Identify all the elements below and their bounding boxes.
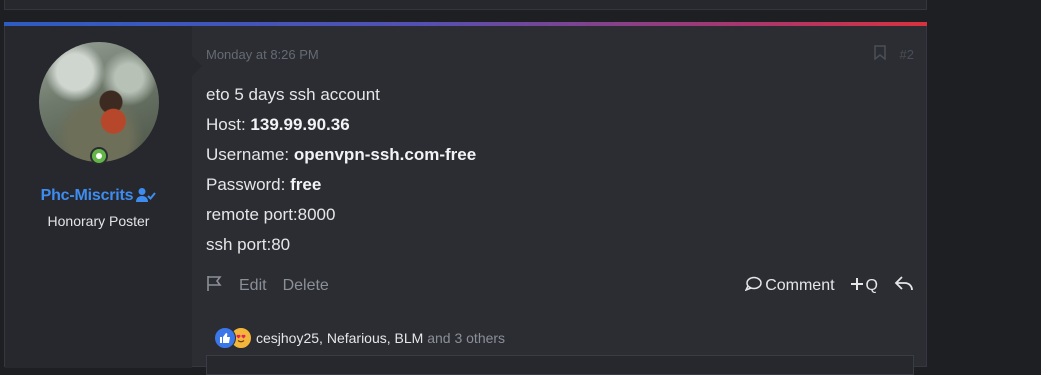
bookmark-icon[interactable] [874,45,886,65]
reaction-user-link[interactable]: Nefarious [327,330,387,346]
comment-icon [744,276,762,296]
post-line: Password: free [206,175,322,194]
plus-icon [850,277,863,295]
reaction-user-link[interactable]: cesjhoy25 [256,330,319,346]
quote-button[interactable]: Q [850,277,878,295]
username-text[interactable]: Phc-Miscrits [41,187,134,204]
verified-user-icon [136,187,157,208]
username-link[interactable]: Phc-Miscrits [5,187,192,208]
column-notch [192,56,202,76]
online-status-icon [90,147,108,165]
edit-button[interactable]: Edit [239,277,267,295]
post-line: Host: 139.99.90.36 [206,115,350,134]
avatar[interactable] [39,42,159,162]
comment-label: Comment [765,277,835,294]
post-actions-left: Edit Delete [206,275,329,297]
post-number[interactable]: #2 [900,47,914,62]
post-line: Username: openvpn-ssh.com-free [206,145,477,164]
post-line: ssh port:80 [206,235,291,254]
reaction-user-link[interactable]: BLM [395,330,424,346]
reply-icon[interactable] [894,275,914,297]
delete-button[interactable]: Delete [283,277,329,295]
post-body: eto 5 days ssh account Host: 139.99.90.3… [206,80,476,260]
report-flag-icon[interactable] [206,275,223,297]
reaction-summary[interactable]: cesjhoy25, Nefarious, BLM and 3 others [214,327,505,349]
post-date[interactable]: Monday at 8:26 PM [206,47,319,62]
like-reaction-icon [214,327,236,349]
post-main: Monday at 8:26 PM #2 eto 5 days ssh acco… [206,23,926,375]
reaction-others-link[interactable]: and 3 others [423,330,505,346]
previous-post-edge [4,0,927,10]
reaction-users: cesjhoy25, Nefarious, BLM and 3 others [256,330,506,346]
forum-post: Phc-Miscrits Honorary Poster Monday at 8… [4,22,927,375]
post-line: eto 5 days ssh account [206,85,380,104]
post-line: remote port:8000 [206,205,336,224]
post-actions-right: Comment Q [744,275,914,297]
comment-input-edge[interactable] [206,355,914,375]
quote-label: Q [865,277,878,294]
comment-button[interactable]: Comment [744,276,835,296]
user-info-column: Phc-Miscrits Honorary Poster [5,26,202,368]
user-title: Honorary Poster [47,213,150,229]
